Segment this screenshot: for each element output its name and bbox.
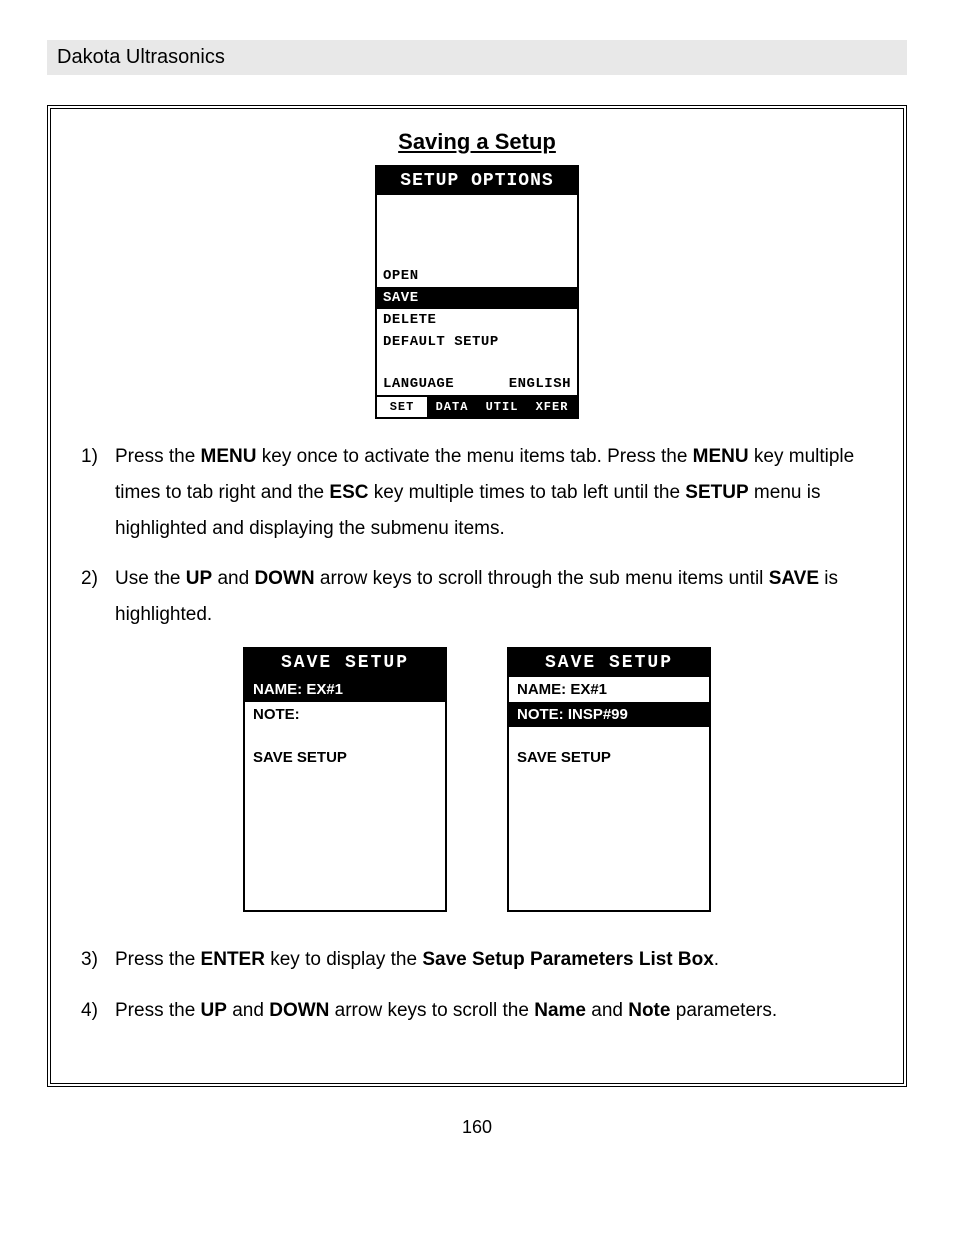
- lcd-title: SETUP OPTIONS: [377, 167, 577, 195]
- item-save: SAVE: [769, 568, 819, 589]
- text: key multiple times to tab left until the: [368, 482, 685, 503]
- step-4-number: 4): [81, 993, 115, 1029]
- text: Press the: [115, 949, 201, 970]
- header-bar: Dakota Ultrasonics: [47, 40, 907, 75]
- param-note: Note: [628, 1000, 670, 1021]
- text: and: [586, 1000, 628, 1021]
- tab-data: DATA: [427, 397, 477, 417]
- instructions-block-2: 3) Press the ENTER key to display the Sa…: [81, 942, 873, 1028]
- step-3-text: Press the ENTER key to display the Save …: [115, 942, 873, 978]
- tab-util: UTIL: [477, 397, 527, 417]
- lcd-fill-right: [509, 770, 709, 910]
- param-name: Name: [534, 1000, 586, 1021]
- lcd-gap: [377, 353, 577, 373]
- lcd-save-setup-left: SAVE SETUP NAME: EX#1 NOTE: SAVE SETUP: [243, 647, 447, 912]
- section-title: Saving a Setup: [81, 129, 873, 155]
- tab-set: SET: [377, 397, 427, 417]
- step-4-text: Press the UP and DOWN arrow keys to scro…: [115, 993, 873, 1029]
- menu-item-default: DEFAULT SETUP: [377, 331, 577, 353]
- menu-item-save: SAVE: [377, 287, 577, 309]
- term-listbox: Save Setup Parameters List Box: [422, 949, 713, 970]
- key-esc: ESC: [329, 482, 368, 503]
- key-menu: MENU: [693, 446, 749, 467]
- text: Use the: [115, 568, 186, 589]
- gap: [245, 727, 445, 745]
- text: key to display the: [265, 949, 422, 970]
- step-3-number: 3): [81, 942, 115, 978]
- step-2-number: 2): [81, 561, 115, 633]
- text: and: [212, 568, 254, 589]
- text: parameters.: [670, 1000, 777, 1021]
- step-1-text: Press the MENU key once to activate the …: [115, 439, 873, 547]
- step-1: 1) Press the MENU key once to activate t…: [81, 439, 873, 547]
- menu-setup: SETUP: [685, 482, 748, 503]
- text: key once to activate the menu items tab.…: [257, 446, 693, 467]
- lcd-title-right: SAVE SETUP: [509, 649, 709, 677]
- menu-item-open: OPEN: [377, 265, 577, 287]
- key-menu: MENU: [201, 446, 257, 467]
- key-up: UP: [186, 568, 212, 589]
- language-label: LANGUAGE: [383, 376, 454, 392]
- lcd-title-left: SAVE SETUP: [245, 649, 445, 677]
- page-number: 160: [47, 1117, 907, 1138]
- screenshot-pair: SAVE SETUP NAME: EX#1 NOTE: SAVE SETUP S…: [81, 647, 873, 912]
- lcd-tabs: SET DATA UTIL XFER: [377, 395, 577, 417]
- key-enter: ENTER: [201, 949, 265, 970]
- param-name-right: NAME: EX#1: [509, 677, 709, 702]
- step-2-text: Use the UP and DOWN arrow keys to scroll…: [115, 561, 873, 633]
- text: .: [714, 949, 719, 970]
- param-savesetup-right: SAVE SETUP: [509, 745, 709, 770]
- menu-item-language: LANGUAGE ENGLISH: [377, 373, 577, 395]
- lcd-spacer: [377, 195, 577, 265]
- key-down: DOWN: [254, 568, 314, 589]
- tab-xfer: XFER: [527, 397, 577, 417]
- text: Press the: [115, 446, 201, 467]
- lcd-setup-options: SETUP OPTIONS OPEN SAVE DELETE DEFAULT S…: [375, 165, 579, 419]
- lcd-fill-left: [245, 770, 445, 910]
- param-name-left: NAME: EX#1: [245, 677, 445, 702]
- step-4: 4) Press the UP and DOWN arrow keys to s…: [81, 993, 873, 1029]
- gap: [509, 727, 709, 745]
- text: arrow keys to scroll the: [329, 1000, 534, 1021]
- lcd-save-setup-right: SAVE SETUP NAME: EX#1 NOTE: INSP#99 SAVE…: [507, 647, 711, 912]
- language-value: ENGLISH: [509, 376, 571, 392]
- param-note-left: NOTE:: [245, 702, 445, 727]
- screenshot-row-1: SETUP OPTIONS OPEN SAVE DELETE DEFAULT S…: [81, 165, 873, 419]
- step-3: 3) Press the ENTER key to display the Sa…: [81, 942, 873, 978]
- text: and: [227, 1000, 269, 1021]
- step-2: 2) Use the UP and DOWN arrow keys to scr…: [81, 561, 873, 633]
- text: Press the: [115, 1000, 201, 1021]
- param-note-right: NOTE: INSP#99: [509, 702, 709, 727]
- param-savesetup-left: SAVE SETUP: [245, 745, 445, 770]
- key-up: UP: [201, 1000, 227, 1021]
- instructions-block-1: 1) Press the MENU key once to activate t…: [81, 439, 873, 633]
- step-1-number: 1): [81, 439, 115, 547]
- content-frame: Saving a Setup SETUP OPTIONS OPEN SAVE D…: [47, 105, 907, 1087]
- menu-item-delete: DELETE: [377, 309, 577, 331]
- key-down: DOWN: [269, 1000, 329, 1021]
- page: Dakota Ultrasonics Saving a Setup SETUP …: [47, 40, 907, 1138]
- text: arrow keys to scroll through the sub men…: [315, 568, 769, 589]
